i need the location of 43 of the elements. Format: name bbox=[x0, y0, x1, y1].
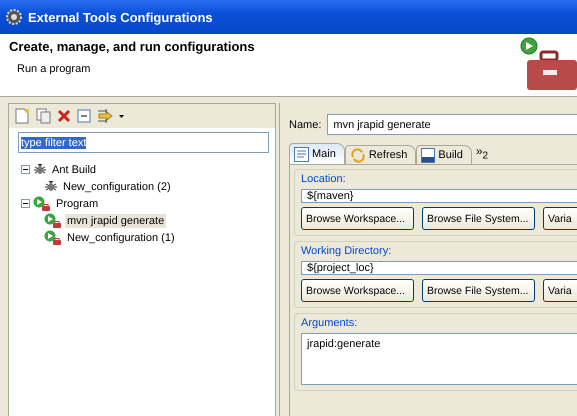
tab[interactable]: Refresh bbox=[344, 145, 416, 164]
browse-button[interactable]: Browse File System... bbox=[422, 207, 535, 230]
run-program-icon bbox=[44, 230, 62, 246]
text-field[interactable]: ${project_loc} bbox=[301, 261, 577, 275]
name-label: Name: bbox=[289, 118, 322, 130]
new-file-icon[interactable] bbox=[15, 108, 30, 124]
browse-button[interactable]: Browse Workspace... bbox=[301, 279, 414, 302]
browse-button[interactable]: Browse File System... bbox=[422, 279, 535, 302]
tab[interactable]: Build bbox=[416, 145, 472, 164]
ant-icon bbox=[44, 180, 58, 194]
group-label: Location: bbox=[301, 173, 347, 185]
more-tabs-button[interactable]: »$_{2}$ bbox=[472, 144, 492, 162]
document-icon bbox=[294, 146, 309, 162]
tree-item[interactable]: New_configuration (1) bbox=[65, 230, 177, 244]
header-title: Create, manage, and run configurations bbox=[9, 39, 255, 54]
delete-icon[interactable] bbox=[57, 109, 71, 123]
run-program-icon bbox=[44, 212, 62, 228]
tree-item[interactable]: Ant Build bbox=[50, 162, 98, 176]
browse-button[interactable]: Varia bbox=[543, 207, 577, 230]
filter-field[interactable]: type filter text bbox=[18, 132, 269, 153]
filter-icon[interactable] bbox=[97, 108, 125, 124]
group-label: Working Directory: bbox=[301, 245, 392, 257]
text-area[interactable]: jrapid:generate bbox=[301, 333, 577, 385]
refresh-icon bbox=[350, 148, 366, 162]
browse-button[interactable]: Varia bbox=[543, 279, 577, 302]
tree-item[interactable]: New_configuration (2) bbox=[61, 180, 173, 194]
tree-item[interactable]: Program bbox=[54, 196, 100, 210]
name-field[interactable]: mvn jrapid generate bbox=[327, 114, 577, 135]
copy-icon[interactable] bbox=[36, 108, 51, 124]
binary-file-icon bbox=[421, 148, 436, 162]
group-label: Arguments: bbox=[301, 317, 358, 329]
tab[interactable]: Main bbox=[289, 143, 345, 164]
window-title: External Tools Configurations bbox=[28, 10, 213, 24]
header-subtitle: Run a program bbox=[16, 63, 92, 75]
collapse-icon[interactable] bbox=[21, 165, 30, 174]
collapse-all-icon[interactable] bbox=[77, 109, 91, 123]
gear-icon bbox=[6, 9, 22, 25]
collapse-icon[interactable] bbox=[21, 199, 30, 208]
run-program-icon bbox=[33, 196, 51, 212]
browse-button[interactable]: Browse Workspace... bbox=[301, 207, 414, 230]
text-field[interactable]: ${maven} bbox=[301, 189, 577, 203]
ant-icon bbox=[33, 162, 47, 176]
tree-item[interactable]: mvn jrapid generate bbox=[65, 214, 166, 228]
